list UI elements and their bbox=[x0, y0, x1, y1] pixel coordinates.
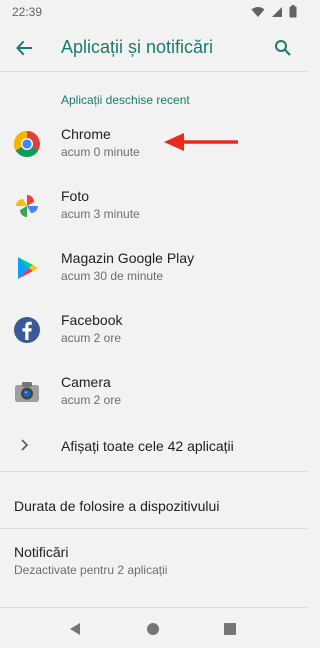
app-last-used: acum 2 ore bbox=[61, 331, 122, 345]
app-last-used: acum 0 minute bbox=[61, 145, 140, 159]
app-last-used: acum 30 de minute bbox=[61, 269, 164, 283]
status-icons bbox=[251, 5, 297, 18]
search-button[interactable] bbox=[269, 34, 297, 62]
app-last-used: acum 3 minute bbox=[61, 207, 140, 221]
annotation-arrow-icon bbox=[164, 133, 238, 151]
signal-icon bbox=[272, 6, 282, 17]
facebook-icon bbox=[14, 317, 40, 343]
app-last-used: acum 2 ore bbox=[61, 393, 122, 407]
divider bbox=[0, 528, 307, 529]
divider bbox=[0, 471, 307, 472]
notifications-item[interactable]: Notificări Dezactivate pentru 2 aplicați… bbox=[0, 530, 307, 588]
nav-recents-button[interactable] bbox=[220, 619, 240, 639]
back-triangle-icon bbox=[70, 623, 80, 635]
app-item-camera[interactable]: Camera acum 2 ore bbox=[0, 361, 307, 423]
camera-icon bbox=[15, 382, 39, 402]
recent-apps-header: Aplicații deschise recent bbox=[61, 93, 190, 107]
divider bbox=[0, 607, 307, 608]
app-item-magazin-google-play[interactable]: Magazin Google Play acum 30 de minute bbox=[0, 237, 307, 299]
navigation-bar bbox=[0, 610, 307, 648]
status-bar: 22:39 bbox=[0, 0, 307, 24]
arrow-back-icon bbox=[16, 40, 32, 56]
show-all-apps-label: Afișați toate cele 42 aplicații bbox=[61, 438, 234, 454]
chevron-right-icon bbox=[21, 439, 29, 451]
chrome-icon bbox=[13, 131, 40, 158]
home-circle-icon bbox=[147, 623, 159, 635]
search-icon bbox=[275, 40, 291, 56]
app-item-facebook[interactable]: Facebook acum 2 ore bbox=[0, 299, 307, 361]
app-name: Magazin Google Play bbox=[61, 250, 195, 266]
wifi-icon bbox=[251, 6, 265, 17]
app-name: Chrome bbox=[61, 126, 111, 142]
app-item-chrome[interactable]: Chrome acum 0 minute bbox=[0, 113, 307, 175]
screen-time-title: Durata de folosire a dispozitivului bbox=[14, 498, 220, 514]
app-item-foto[interactable]: Foto acum 3 minute bbox=[0, 175, 307, 237]
play-store-icon bbox=[18, 257, 38, 279]
app-name: Camera bbox=[61, 374, 111, 390]
nav-back-button[interactable] bbox=[65, 619, 85, 639]
app-bar: Aplicații și notificări bbox=[0, 24, 307, 72]
notifications-subtitle: Dezactivate pentru 2 aplicații bbox=[14, 563, 168, 577]
page-title: Aplicații și notificări bbox=[61, 37, 214, 57]
recents-square-icon bbox=[224, 623, 236, 635]
nav-home-button[interactable] bbox=[143, 619, 163, 639]
back-button[interactable] bbox=[10, 34, 38, 62]
battery-icon bbox=[289, 5, 297, 18]
screen-time-item[interactable]: Durata de folosire a dispozitivului bbox=[0, 484, 307, 528]
show-all-apps-item[interactable]: Afișați toate cele 42 aplicații bbox=[0, 428, 307, 464]
status-time: 22:39 bbox=[12, 5, 43, 19]
photos-icon bbox=[16, 195, 38, 217]
app-name: Foto bbox=[61, 188, 90, 204]
app-name: Facebook bbox=[61, 312, 123, 328]
notifications-title: Notificări bbox=[14, 544, 69, 560]
